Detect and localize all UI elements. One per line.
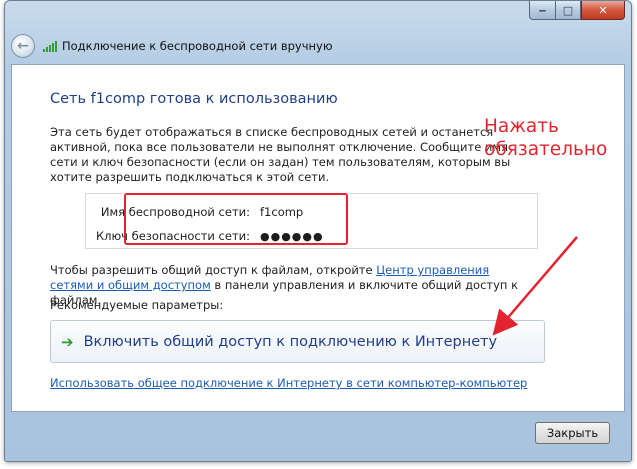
close-window-button[interactable]: ✕ — [581, 1, 625, 20]
enable-sharing-label: Включить общий доступ к подключению к Ин… — [83, 333, 498, 350]
recommended-label: Рекомендуемые параметры: — [50, 298, 224, 312]
wireless-signal-icon — [43, 40, 57, 52]
annotation-text: Нажать обязательно — [484, 115, 614, 161]
window-title: Подключение к беспроводной сети вручную — [62, 39, 333, 53]
share-text-before: Чтобы разрешить общий доступ к файлам, о… — [50, 263, 377, 277]
annotation-line-1: Нажать — [484, 116, 559, 137]
annotation-line-2: обязательно — [484, 139, 608, 160]
adhoc-sharing-link[interactable]: Использовать общее подключение к Интерне… — [50, 376, 527, 390]
page-heading: Сеть f1comp готова к использованию — [50, 91, 338, 107]
maximize-button[interactable]: □ — [555, 1, 581, 20]
close-button[interactable]: Закрыть — [535, 422, 610, 444]
back-arrow-icon: ← — [17, 38, 29, 54]
caption-buttons: ‒ □ ✕ — [529, 1, 625, 20]
enable-internet-sharing-button[interactable]: ➔ Включить общий доступ к подключению к … — [50, 320, 545, 363]
annotation-highlight-frame — [124, 193, 348, 245]
description-text: Эта сеть будет отображаться в списке бес… — [50, 125, 511, 184]
back-button[interactable]: ← — [11, 34, 35, 58]
titlebar: ← Подключение к беспроводной сети вручну… — [11, 31, 625, 61]
minimize-button[interactable]: ‒ — [529, 1, 555, 20]
green-arrow-icon: ➔ — [61, 332, 74, 351]
